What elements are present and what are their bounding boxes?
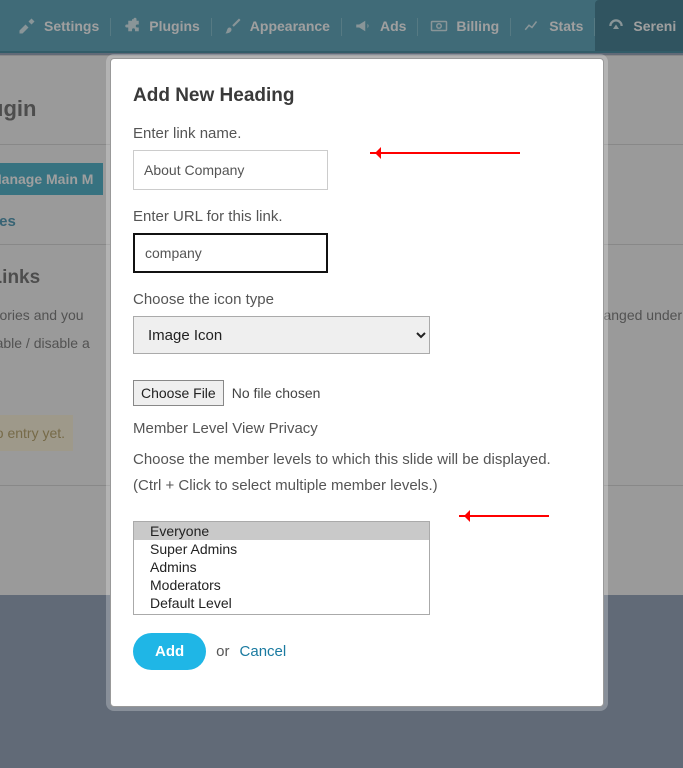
file-chooser-row: Choose File No file chosen — [133, 380, 581, 406]
level-option[interactable]: Default Level — [134, 594, 429, 612]
level-option[interactable]: Super Admins — [134, 540, 429, 558]
file-status: No file chosen — [232, 385, 321, 401]
modal-title: Add New Heading — [133, 85, 581, 107]
add-heading-modal: Add New Heading Enter link name. Enter U… — [110, 58, 604, 707]
icon-type-select[interactable]: Image Icon — [133, 316, 430, 354]
privacy-heading: Member Level View Privacy — [133, 420, 581, 437]
link-name-input[interactable] — [133, 150, 328, 190]
annotation-arrow-icon — [459, 515, 549, 517]
privacy-description: Choose the member levels to which this s… — [133, 447, 581, 499]
annotation-arrow-icon — [370, 152, 520, 154]
member-level-multiselect[interactable]: Everyone Super Admins Admins Moderators … — [133, 521, 430, 615]
icon-type-label: Choose the icon type — [133, 291, 581, 308]
cancel-link[interactable]: Cancel — [240, 643, 287, 660]
add-button[interactable]: Add — [133, 633, 206, 670]
link-name-label: Enter link name. — [133, 125, 581, 142]
level-option[interactable]: Moderators — [134, 576, 429, 594]
level-option[interactable]: Admins — [134, 558, 429, 576]
modal-actions: Add or Cancel — [133, 633, 581, 670]
or-text: or — [216, 643, 229, 660]
choose-file-button[interactable]: Choose File — [133, 380, 224, 406]
url-input[interactable] — [133, 233, 328, 273]
url-label: Enter URL for this link. — [133, 208, 581, 225]
level-option[interactable]: Everyone — [134, 522, 429, 540]
